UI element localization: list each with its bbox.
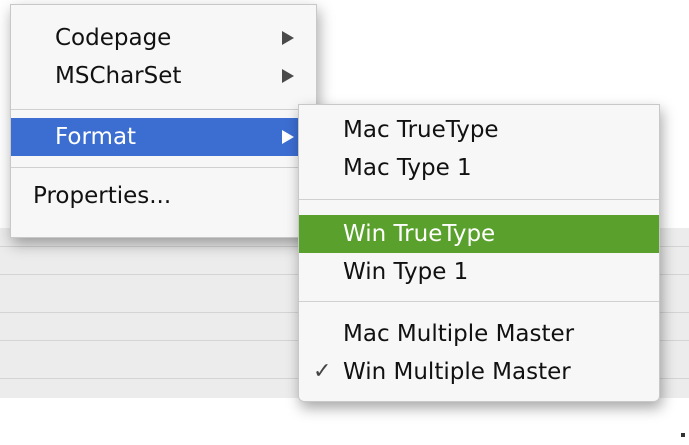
menu-item-label: Mac Type 1 xyxy=(343,155,472,181)
menu-item-label: Format xyxy=(55,124,137,150)
chevron-right-icon xyxy=(282,69,294,83)
submenu-item-mac-truetype[interactable]: Mac TrueType xyxy=(299,111,659,149)
submenu-item-mac-multiple-master[interactable]: Mac Multiple Master xyxy=(299,315,659,353)
menu-separator xyxy=(299,301,659,302)
format-submenu: Mac TrueType Mac Type 1 Win TrueType Win… xyxy=(298,104,660,402)
menu-item-label: Win TrueType xyxy=(343,221,496,247)
chevron-right-icon xyxy=(282,31,294,45)
menu-item-label: MSCharSet xyxy=(55,63,182,89)
menu-item-label: Win Type 1 xyxy=(343,259,469,285)
checkmark-icon: ✓ xyxy=(313,359,332,384)
menu-item-codepage[interactable]: Codepage xyxy=(11,19,316,57)
menu-item-label: Mac TrueType xyxy=(343,117,499,143)
menu-item-properties[interactable]: Properties... xyxy=(11,177,316,215)
chevron-right-icon xyxy=(282,130,294,144)
menu-separator xyxy=(11,109,316,110)
menu-item-format[interactable]: Format xyxy=(11,118,316,156)
submenu-item-win-type-1[interactable]: Win Type 1 xyxy=(299,253,659,291)
submenu-item-mac-type-1[interactable]: Mac Type 1 xyxy=(299,149,659,187)
menu-separator xyxy=(299,199,659,200)
submenu-item-win-truetype[interactable]: Win TrueType xyxy=(299,215,659,253)
menu-item-label: Mac Multiple Master xyxy=(343,321,575,347)
menu-item-label: Win Multiple Master xyxy=(343,359,571,385)
context-menu: Codepage MSCharSet Format Properties... xyxy=(10,4,317,238)
menu-separator xyxy=(11,167,316,168)
menu-item-label: Codepage xyxy=(55,25,172,51)
submenu-item-win-multiple-master[interactable]: ✓ Win Multiple Master xyxy=(299,353,659,391)
corner-mark xyxy=(681,433,685,437)
menu-item-label: Properties... xyxy=(33,183,172,209)
menu-item-mscharset[interactable]: MSCharSet xyxy=(11,57,316,95)
